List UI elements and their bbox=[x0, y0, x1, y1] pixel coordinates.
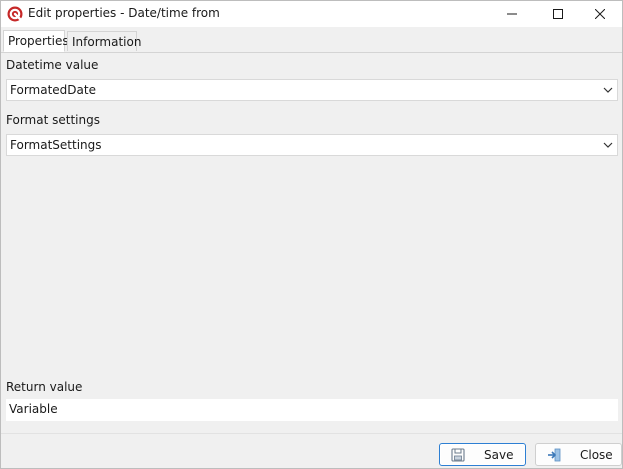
datetime-value-selected: FormatedDate bbox=[10, 83, 96, 97]
save-button-label: Save bbox=[484, 448, 514, 462]
edit-properties-window: Edit properties - Date/time from Propert… bbox=[0, 0, 623, 469]
datetime-value-label: Datetime value bbox=[6, 58, 99, 72]
return-value-text: Variable bbox=[9, 402, 58, 416]
close-window-button[interactable] bbox=[577, 1, 623, 27]
minimize-button[interactable] bbox=[489, 1, 535, 27]
datetime-value-combo[interactable]: FormatedDate bbox=[6, 79, 618, 101]
tab-information[interactable]: Information bbox=[67, 31, 141, 51]
save-button[interactable]: Save bbox=[439, 443, 526, 466]
close-icon bbox=[595, 9, 605, 19]
format-settings-combo[interactable]: FormatSettings bbox=[6, 134, 618, 156]
tab-strip: Properties Information bbox=[1, 30, 622, 53]
return-value-input[interactable]: Variable bbox=[6, 399, 618, 421]
close-button[interactable]: Close bbox=[535, 443, 622, 466]
footer-divider bbox=[1, 433, 622, 434]
title-bar: Edit properties - Date/time from bbox=[1, 1, 622, 27]
maximize-button[interactable] bbox=[535, 1, 581, 27]
exit-arrow-icon bbox=[548, 448, 561, 462]
tab-properties[interactable]: Properties bbox=[3, 30, 69, 52]
chevron-down-icon[interactable] bbox=[602, 84, 614, 96]
maximize-icon bbox=[553, 9, 563, 19]
close-button-label: Close bbox=[580, 448, 613, 462]
minimize-icon bbox=[507, 13, 517, 15]
format-settings-selected: FormatSettings bbox=[10, 138, 102, 152]
floppy-disk-icon bbox=[451, 448, 465, 462]
return-value-label: Return value bbox=[6, 380, 83, 394]
chevron-down-icon[interactable] bbox=[602, 139, 614, 151]
format-settings-label: Format settings bbox=[6, 113, 100, 127]
window-title: Edit properties - Date/time from bbox=[28, 6, 220, 20]
app-logo-icon bbox=[7, 6, 23, 22]
